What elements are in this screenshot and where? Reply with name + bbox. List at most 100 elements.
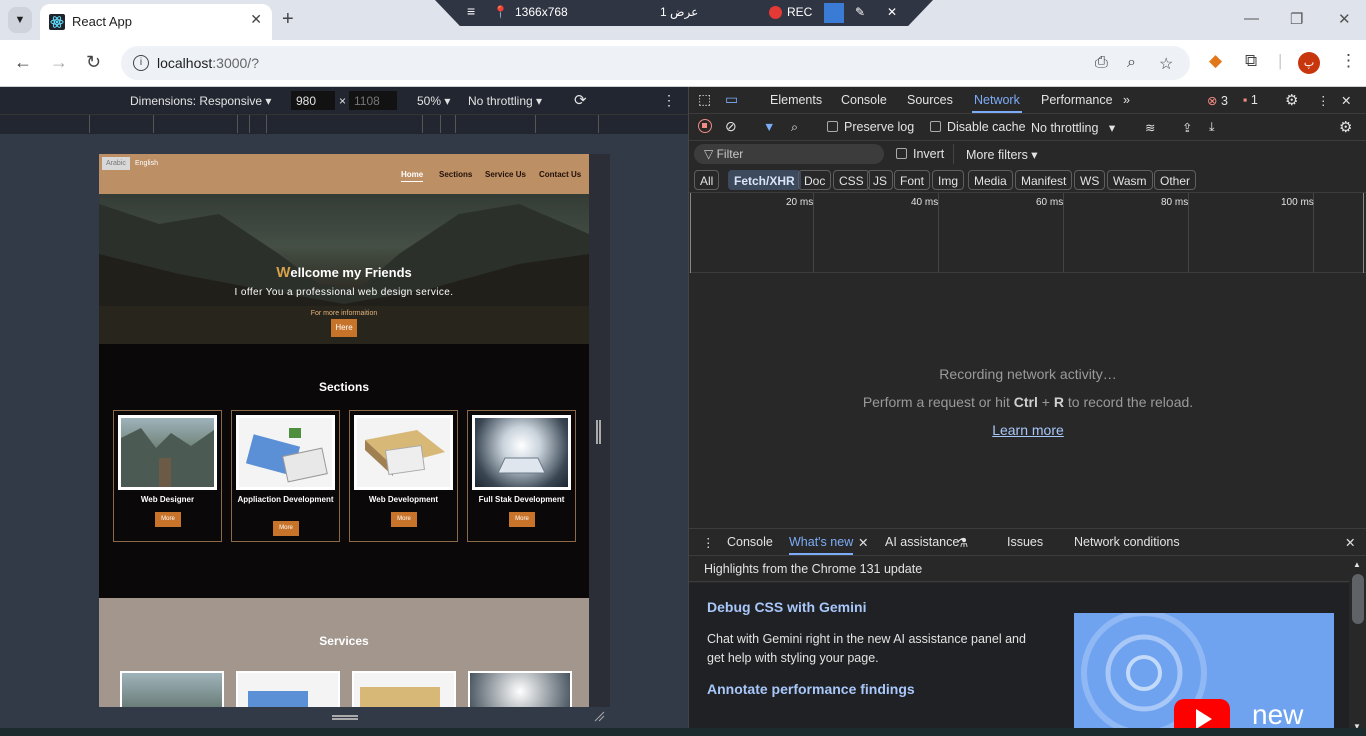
- drawer-tab-whats-new[interactable]: What's new: [789, 535, 854, 555]
- forward-icon[interactable]: →: [50, 52, 68, 73]
- new-tab-icon[interactable]: +: [282, 8, 294, 31]
- type-ws[interactable]: WS: [1074, 170, 1106, 190]
- drawer-scrollbar[interactable]: ▲ ▼: [1349, 556, 1366, 736]
- zoom-icon[interactable]: ⌕: [1127, 54, 1136, 72]
- drawer-menu-icon[interactable]: ⋮: [702, 535, 715, 550]
- type-media[interactable]: Media: [968, 170, 1013, 190]
- resize-handle-bottom[interactable]: [332, 715, 358, 720]
- network-settings-gear-icon[interactable]: ⚙: [1339, 118, 1352, 136]
- lang-english-button[interactable]: English: [131, 157, 162, 170]
- close-tab-icon[interactable]: ✕: [250, 11, 262, 28]
- width-input[interactable]: 980: [291, 91, 335, 110]
- drawer-tab-console[interactable]: Console: [727, 535, 773, 549]
- chrome-menu-icon[interactable]: ⋮: [1340, 51, 1357, 71]
- browser-tab[interactable]: React App ✕: [40, 4, 272, 40]
- type-img[interactable]: Img: [932, 170, 965, 190]
- type-js[interactable]: JS: [867, 170, 894, 190]
- height-input[interactable]: 1108: [349, 91, 397, 110]
- type-manifest[interactable]: Manifest: [1015, 170, 1073, 190]
- menu-icon[interactable]: ≡: [467, 3, 475, 19]
- card-more-button[interactable]: More: [509, 512, 535, 527]
- restore-icon[interactable]: ❐: [1290, 10, 1303, 28]
- scroll-up-icon[interactable]: ▲: [1353, 560, 1361, 569]
- clear-icon[interactable]: ⊘: [725, 118, 737, 135]
- tab-network[interactable]: Network: [972, 93, 1022, 113]
- close-drawer-icon[interactable]: ✕: [1345, 535, 1355, 550]
- nav-contact-us[interactable]: Contact Us: [539, 170, 581, 179]
- close-whats-new-icon[interactable]: ✕: [858, 535, 868, 550]
- nav-service-us[interactable]: Service Us: [485, 170, 526, 179]
- reload-icon[interactable]: ↻: [86, 52, 101, 73]
- minimize-icon[interactable]: —: [1244, 10, 1259, 27]
- install-app-icon[interactable]: ⎙: [1095, 54, 1108, 72]
- close-devtools-icon[interactable]: ✕: [1341, 93, 1351, 108]
- search-icon[interactable]: ⌕: [791, 120, 798, 135]
- back-icon[interactable]: ←: [14, 52, 32, 73]
- type-fetch-xhr[interactable]: Fetch/XHR: [728, 170, 801, 190]
- video-thumbnail[interactable]: new: [1074, 613, 1334, 736]
- throttle-dropdown[interactable]: No throttling ▾: [468, 94, 542, 108]
- profile-avatar[interactable]: پ: [1298, 52, 1320, 74]
- feature-heading[interactable]: Annotate performance findings: [707, 681, 915, 697]
- filter-icon[interactable]: ▼: [763, 120, 775, 134]
- network-overview-timeline[interactable]: 20 ms 40 ms 60 ms 80 ms 100 ms: [689, 193, 1366, 273]
- filter-input[interactable]: ▽ Filter: [694, 144, 884, 164]
- drawer-tab-ai-assistance[interactable]: AI assistance: [885, 535, 959, 549]
- media-query-ruler[interactable]: [0, 114, 688, 134]
- tab-console[interactable]: Console: [841, 93, 887, 107]
- preserve-log-checkbox[interactable]: Preserve log: [827, 120, 914, 134]
- export-har-icon[interactable]: ⤓: [1209, 120, 1215, 135]
- type-css[interactable]: CSS: [833, 170, 870, 190]
- address-bar[interactable]: i localhost:3000/? ⎙ ⌕ ☆: [121, 46, 1190, 80]
- network-conditions-icon[interactable]: ≋: [1145, 120, 1155, 135]
- nav-home[interactable]: Home: [401, 170, 424, 182]
- more-tabs-icon[interactable]: »: [1123, 93, 1130, 107]
- network-throttle-dropdown[interactable]: No throttling ▾: [1031, 120, 1115, 135]
- devtools-menu-icon[interactable]: ⋮: [1317, 93, 1330, 108]
- nav-sections[interactable]: Sections: [439, 170, 472, 179]
- type-wasm[interactable]: Wasm: [1107, 170, 1153, 190]
- metamask-extension-icon[interactable]: ◆: [1209, 51, 1222, 71]
- camera-icon[interactable]: [824, 3, 844, 23]
- resize-handle-corner-icon[interactable]: [593, 710, 605, 722]
- disable-cache-checkbox[interactable]: Disable cache: [930, 120, 1026, 134]
- rotate-icon[interactable]: ⟳: [574, 91, 587, 109]
- tab-elements[interactable]: Elements: [770, 93, 822, 107]
- import-har-icon[interactable]: ⇪: [1182, 120, 1192, 135]
- feature-heading[interactable]: Debug CSS with Gemini: [707, 599, 866, 615]
- drawer-tab-issues[interactable]: Issues: [1007, 535, 1043, 549]
- error-count[interactable]: ⊗ 3: [1207, 93, 1228, 108]
- type-other[interactable]: Other: [1154, 170, 1197, 190]
- learn-more-link[interactable]: Learn more: [689, 422, 1366, 438]
- pen-icon[interactable]: ✎: [855, 5, 865, 19]
- card-more-button[interactable]: More: [273, 521, 299, 536]
- site-info-icon[interactable]: i: [133, 55, 149, 71]
- dimensions-dropdown[interactable]: Dimensions: Responsive ▾: [130, 94, 271, 108]
- tab-search-button[interactable]: ▼: [8, 7, 32, 33]
- invert-checkbox[interactable]: Invert: [896, 147, 944, 161]
- type-font[interactable]: Font: [894, 170, 931, 190]
- resize-handle-right[interactable]: [596, 420, 601, 444]
- type-all[interactable]: All: [694, 170, 720, 190]
- rec-label[interactable]: REC: [787, 5, 812, 19]
- zoom-dropdown[interactable]: 50% ▾: [417, 94, 450, 108]
- record-stop-icon[interactable]: [698, 119, 712, 133]
- tab-performance[interactable]: Performance: [1041, 93, 1113, 107]
- pin-icon[interactable]: 📍: [493, 5, 508, 19]
- bookmark-star-icon[interactable]: ☆: [1159, 54, 1173, 74]
- extensions-icon[interactable]: ⧉: [1245, 51, 1257, 71]
- close-recorder-icon[interactable]: ✕: [887, 5, 897, 19]
- type-doc[interactable]: Doc: [798, 170, 832, 190]
- device-toggle-icon[interactable]: ▭: [725, 91, 738, 108]
- settings-gear-icon[interactable]: ⚙: [1285, 91, 1298, 109]
- card-more-button[interactable]: More: [391, 512, 417, 527]
- warning-count[interactable]: ▪ 1: [1243, 93, 1258, 107]
- drawer-tab-network-conditions[interactable]: Network conditions: [1074, 535, 1180, 549]
- more-filters-dropdown[interactable]: More filters ▾: [966, 147, 1038, 162]
- hero-here-button[interactable]: Here: [331, 319, 357, 337]
- device-more-icon[interactable]: ⋮: [662, 92, 676, 109]
- lang-arabic-button[interactable]: Arabic: [102, 157, 130, 170]
- tab-sources[interactable]: Sources: [907, 93, 953, 107]
- close-window-icon[interactable]: ✕: [1338, 10, 1351, 28]
- inspect-element-icon[interactable]: ⬚: [698, 91, 711, 108]
